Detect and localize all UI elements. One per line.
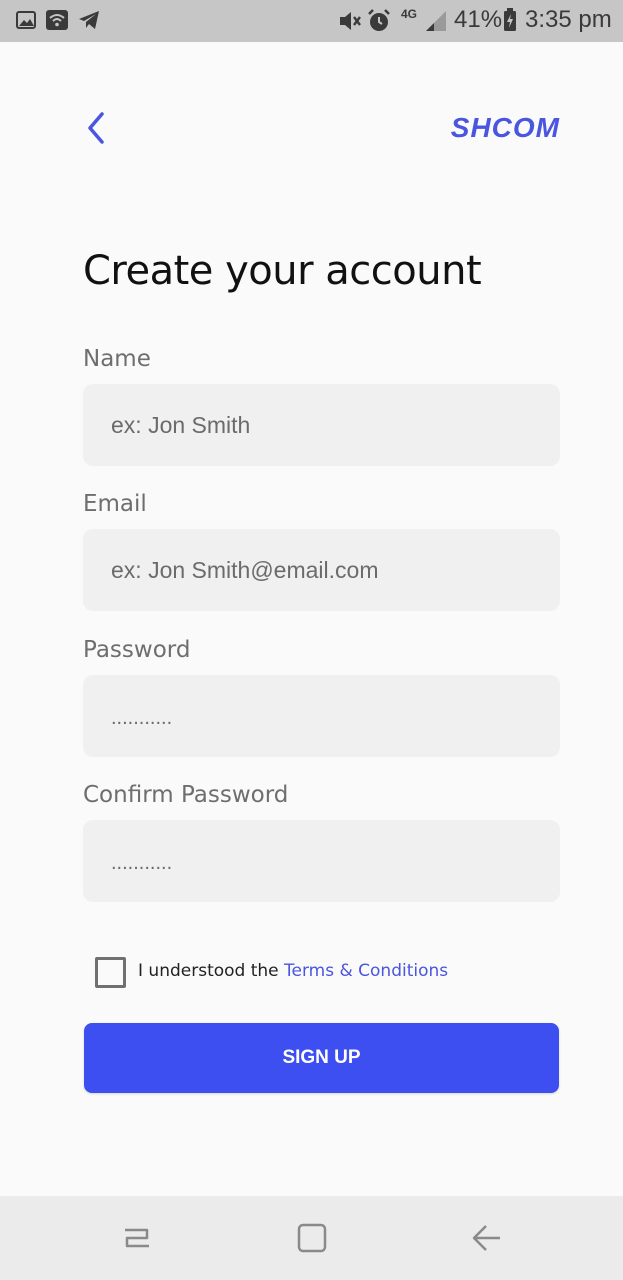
sign-up-button[interactable]: SIGN UP [84, 1023, 559, 1093]
terms-link[interactable]: Terms & Conditions [284, 961, 448, 981]
confirm-password-placeholder: ........... [111, 851, 173, 874]
wifi-icon [46, 10, 68, 34]
terms-prefix: I understood the [138, 961, 285, 981]
status-bar: 4G 41% 3:35 pm [0, 0, 623, 42]
email-field[interactable]: ex: Jon Smith@email.com [83, 529, 560, 611]
battery-icon [503, 8, 517, 36]
image-icon [16, 11, 36, 33]
confirm-password-field[interactable]: ........... [83, 820, 560, 902]
name-placeholder: ex: Jon Smith [111, 411, 251, 438]
terms-text: I understood the Terms & Conditions [138, 961, 448, 981]
home-icon[interactable] [292, 1218, 332, 1258]
network-type: 4G [401, 7, 418, 21]
telegram-icon [78, 10, 100, 34]
password-placeholder: ........... [111, 706, 173, 729]
name-label: Name [83, 346, 151, 372]
password-label: Password [83, 637, 191, 663]
screen: 4G 41% 3:35 pm SHCOM Create your account… [0, 0, 623, 1280]
chevron-left-icon [80, 112, 116, 152]
recents-icon[interactable] [117, 1218, 157, 1258]
page-title: Create your account [83, 248, 482, 294]
password-field[interactable]: ........... [83, 675, 560, 757]
battery-percent: 41% [454, 6, 503, 33]
alarm-icon [367, 9, 391, 37]
email-label: Email [83, 491, 147, 517]
confirm-password-label: Confirm Password [83, 782, 289, 808]
clock: 3:35 pm [525, 6, 612, 33]
mute-icon [338, 10, 362, 36]
back-button[interactable] [80, 108, 116, 148]
name-field[interactable]: ex: Jon Smith [83, 384, 560, 466]
back-arrow-icon[interactable] [466, 1218, 506, 1258]
system-nav-bar [0, 1196, 623, 1280]
terms-checkbox[interactable] [95, 957, 126, 988]
signal-icon [424, 9, 448, 37]
email-placeholder: ex: Jon Smith@email.com [111, 556, 379, 583]
brand-logo: SHCOM [450, 112, 560, 143]
